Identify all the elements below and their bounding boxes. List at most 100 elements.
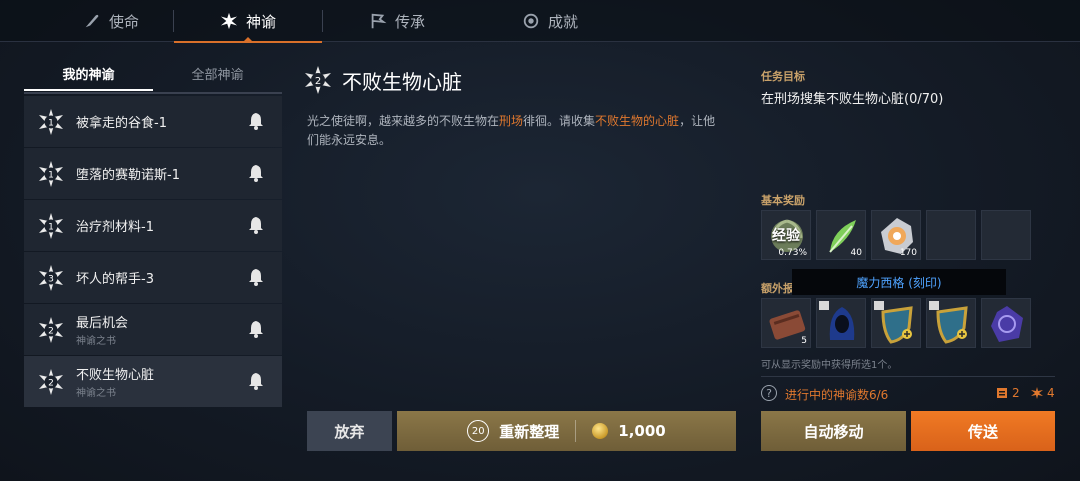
oracle-badge-icon: 1 bbox=[39, 109, 63, 135]
tab-achievement-label: 成就 bbox=[547, 12, 578, 31]
reorganize-label: 重新整理 bbox=[499, 422, 560, 441]
reorganize-button[interactable]: 20 重新整理 1,000 bbox=[397, 411, 736, 451]
section-divider bbox=[761, 376, 1055, 377]
scroll-count: 2 bbox=[1012, 386, 1020, 400]
extra-reward-label: 额外报 bbox=[761, 282, 794, 295]
tab-legacy-label: 传承 bbox=[394, 12, 425, 31]
abandon-button[interactable]: 放弃 bbox=[307, 411, 392, 451]
bell-icon[interactable] bbox=[246, 111, 266, 131]
bell-icon[interactable] bbox=[246, 371, 266, 391]
bell-icon[interactable] bbox=[246, 267, 266, 287]
quest-title: 最后机会 bbox=[76, 316, 129, 331]
badge-number: 1 bbox=[48, 119, 54, 129]
empty-reward-slot[interactable] bbox=[926, 210, 976, 260]
oracle-badge-icon: 1 bbox=[39, 213, 63, 239]
quest-list-item[interactable]: 1 堕落的赛勒诺斯-1 bbox=[24, 148, 282, 199]
quest-title: 治疗剂材料-1 bbox=[76, 220, 154, 235]
oracle-sub-tabs: 我的神谕 全部神谕 bbox=[24, 55, 282, 93]
active-tab-marker bbox=[244, 37, 252, 41]
badge-number: 3 bbox=[48, 275, 54, 285]
quest-list-item[interactable]: 1 被拿走的谷食-1 bbox=[24, 96, 282, 147]
reward-slot[interactable]: 170 bbox=[871, 210, 921, 260]
desc-highlight-item: 不败生物的心脏 bbox=[595, 114, 680, 128]
quest-text: 被拿走的谷食-1 bbox=[76, 96, 167, 147]
bell-icon[interactable] bbox=[246, 215, 266, 235]
desc-part-2: 徘徊。请收集 bbox=[523, 114, 596, 128]
star-burst-icon bbox=[220, 12, 238, 30]
reward-count: 5 bbox=[801, 336, 807, 346]
scroll-counter: 2 bbox=[996, 386, 1020, 400]
subtab-mine[interactable]: 我的神谕 bbox=[24, 55, 153, 91]
gold-shield-icon bbox=[936, 306, 968, 344]
reward-tooltip: 魔力西格 (刻印) bbox=[792, 269, 1006, 295]
basic-reward-label: 基本奖励 bbox=[761, 194, 805, 207]
tab-oracle-label: 神谕 bbox=[245, 12, 276, 31]
quest-subtitle: 神谕之书 bbox=[76, 336, 116, 347]
teleport-button[interactable]: 传送 bbox=[911, 411, 1055, 451]
purple-crystal-icon bbox=[991, 306, 1023, 342]
quest-list-item[interactable]: 1 治疗剂材料-1 bbox=[24, 200, 282, 251]
tab-legacy[interactable]: 传承 bbox=[322, 0, 472, 42]
oracle-badge-icon: 2 bbox=[39, 317, 63, 343]
goal-label: 任务目标 bbox=[761, 70, 805, 83]
tab-achievement[interactable]: 成就 bbox=[475, 0, 625, 42]
star-count: 4 bbox=[1047, 386, 1055, 400]
star-burst-small-icon bbox=[1031, 387, 1043, 399]
book-icon bbox=[874, 301, 884, 310]
subtab-all[interactable]: 全部神谕 bbox=[153, 55, 282, 91]
quest-text: 不败生物心脏神谕之书 bbox=[76, 356, 154, 407]
quest-list: 1 被拿走的谷食-1 1 堕落的赛勒诺斯-1 1 治疗剂材料-1 3 坏人的帮手-3 2 最后机会… bbox=[24, 96, 282, 408]
quest-text: 治疗剂材料-1 bbox=[76, 200, 154, 251]
star-counter: 4 bbox=[1031, 386, 1055, 400]
exp-label: 经验 bbox=[772, 228, 800, 244]
refresh-count-icon: 20 bbox=[467, 420, 490, 442]
tab-mission-label: 使命 bbox=[108, 12, 139, 31]
badge-number: 1 bbox=[48, 171, 54, 181]
oracle-badge-icon: 1 bbox=[39, 161, 63, 187]
quest-list-item[interactable]: 2 最后机会神谕之书 bbox=[24, 304, 282, 355]
auto-move-button[interactable]: 自动移动 bbox=[761, 411, 906, 451]
oracle-badge-icon: 3 bbox=[39, 265, 63, 291]
book-icon bbox=[819, 301, 829, 310]
quest-subtitle: 神谕之书 bbox=[76, 388, 116, 399]
reward-slot[interactable] bbox=[926, 298, 976, 348]
subtab-underline bbox=[24, 92, 282, 94]
reward-slot[interactable]: 经验 0.73% bbox=[761, 210, 811, 260]
book-icon bbox=[929, 301, 939, 310]
quest-title: 不败生物心脏 bbox=[76, 368, 155, 383]
quill-icon bbox=[85, 14, 99, 28]
reward-slot[interactable]: 40 bbox=[816, 210, 866, 260]
quest-title: 堕落的赛勒诺斯-1 bbox=[76, 168, 180, 183]
scroll-icon bbox=[997, 388, 1007, 398]
quest-list-item[interactable]: 2 不败生物心脏神谕之书 bbox=[24, 356, 282, 407]
main-badge-number: 2 bbox=[315, 76, 321, 87]
reward-slot[interactable] bbox=[981, 298, 1031, 348]
bell-icon[interactable] bbox=[246, 163, 266, 183]
bell-icon[interactable] bbox=[246, 319, 266, 339]
oracle-title: 不败生物心脏 bbox=[342, 70, 462, 94]
button-divider bbox=[575, 420, 577, 442]
quest-title: 坏人的帮手-3 bbox=[76, 272, 154, 287]
empty-reward-slot[interactable] bbox=[981, 210, 1031, 260]
quest-title: 被拿走的谷食-1 bbox=[76, 116, 167, 131]
reward-slot[interactable]: 5 bbox=[761, 298, 811, 348]
reward-note: 可从显示奖励中获得所选1个。 bbox=[761, 360, 898, 371]
reward-slot[interactable] bbox=[816, 298, 866, 348]
desc-part-1: 光之使徒啊，越来越多的不败生物在 bbox=[307, 114, 500, 128]
goal-text: 在刑场搜集不败生物心脏(0/70) bbox=[761, 92, 944, 107]
quest-text: 坏人的帮手-3 bbox=[76, 252, 154, 303]
quest-list-item[interactable]: 3 坏人的帮手-3 bbox=[24, 252, 282, 303]
reward-count: 0.73% bbox=[778, 248, 807, 258]
tab-mission[interactable]: 使命 bbox=[36, 0, 186, 42]
help-icon[interactable]: ? bbox=[761, 385, 777, 401]
reorganize-cost: 1,000 bbox=[618, 422, 666, 440]
oracle-progress-text: 进行中的神谕数6/6 bbox=[785, 388, 889, 402]
reward-count: 170 bbox=[899, 248, 917, 258]
badge-number: 2 bbox=[48, 379, 54, 389]
flag-icon bbox=[371, 13, 387, 29]
blue-hood-icon bbox=[829, 307, 855, 340]
tab-oracle[interactable]: 神谕 bbox=[174, 0, 322, 43]
badge-number: 2 bbox=[48, 327, 54, 337]
reward-slot[interactable] bbox=[871, 298, 921, 348]
desc-highlight-location: 刑场 bbox=[499, 114, 524, 128]
